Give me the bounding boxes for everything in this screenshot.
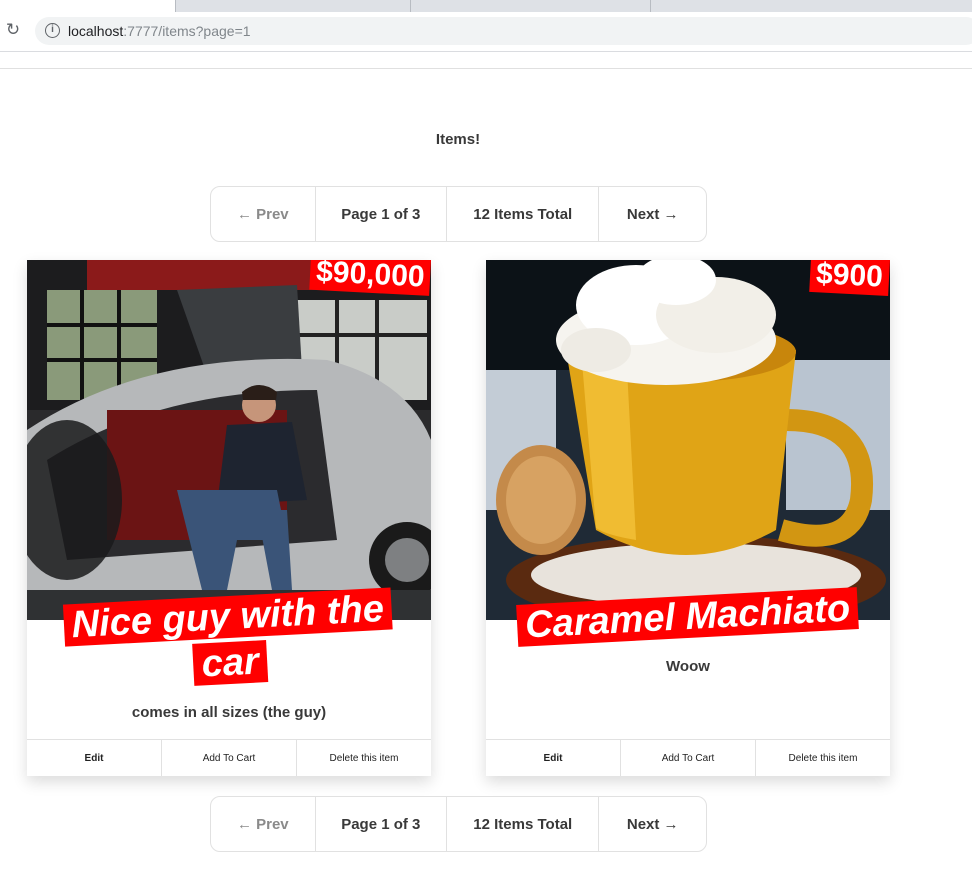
pagination-bottom: ← Prev Page 1 of 3 12 Items Total Next → — [210, 796, 707, 852]
pagination-top: ← Prev Page 1 of 3 12 Items Total Next → — [210, 186, 707, 242]
item-description: comes in all sizes (the guy) — [131, 704, 327, 721]
tab[interactable] — [650, 0, 680, 12]
coffee-photo — [486, 260, 890, 620]
item-title-text: Caramel Machiato — [516, 587, 860, 647]
page-indicator: Page 1 of 3 — [316, 187, 448, 241]
edit-button[interactable]: Edit — [27, 740, 162, 776]
browser-tabstrip — [0, 0, 972, 12]
page-indicator: Page 1 of 3 — [316, 797, 448, 851]
car-photo — [27, 260, 431, 620]
page-title: Items! — [435, 131, 481, 148]
price-tag: $900 — [809, 260, 890, 296]
item-title[interactable]: Caramel Machiato — [486, 587, 890, 647]
reload-icon[interactable]: ↻ — [4, 21, 22, 39]
add-to-cart-button[interactable]: Add To Cart — [621, 740, 756, 776]
tab[interactable] — [175, 0, 410, 12]
url-path: :7777/items?page=1 — [123, 23, 251, 39]
info-icon[interactable]: i — [45, 23, 60, 38]
next-button[interactable]: Next → — [599, 797, 706, 851]
prev-button[interactable]: ← Prev — [211, 797, 316, 851]
edit-button[interactable]: Edit — [486, 740, 621, 776]
tab[interactable] — [410, 0, 650, 12]
add-to-cart-button[interactable]: Add To Cart — [162, 740, 297, 776]
delete-button[interactable]: Delete this item — [756, 740, 890, 776]
item-image-coffee[interactable]: $900 — [486, 260, 890, 620]
item-title[interactable]: Nice guy with the car — [27, 587, 431, 686]
price-tag: $90,000 — [308, 260, 431, 296]
delete-button[interactable]: Delete this item — [297, 740, 431, 776]
item-description: Woow — [666, 658, 710, 675]
address-bar[interactable]: i localhost:7777/items?page=1 — [35, 17, 972, 45]
item-title-text: Nice guy with the car — [62, 587, 393, 686]
item-actions: Edit Add To Cart Delete this item — [486, 739, 890, 776]
browser-toolbar: ↻ i localhost:7777/items?page=1 — [0, 12, 972, 52]
next-button[interactable]: Next → — [599, 187, 706, 241]
header-divider — [0, 68, 972, 69]
item-image-car[interactable]: $90,000 — [27, 260, 431, 620]
url-host: localhost — [68, 23, 124, 39]
url-text[interactable]: localhost:7777/items?page=1 — [68, 23, 251, 39]
item-card: $900 Caramel Machiato Woow Edit Add To C… — [486, 260, 890, 776]
items-total: 12 Items Total — [447, 797, 600, 851]
items-total: 12 Items Total — [447, 187, 600, 241]
item-actions: Edit Add To Cart Delete this item — [27, 739, 431, 776]
active-tab[interactable] — [0, 0, 175, 12]
item-card: $90,000 Nice guy with the car comes in a… — [27, 260, 431, 776]
prev-button[interactable]: ← Prev — [211, 187, 316, 241]
